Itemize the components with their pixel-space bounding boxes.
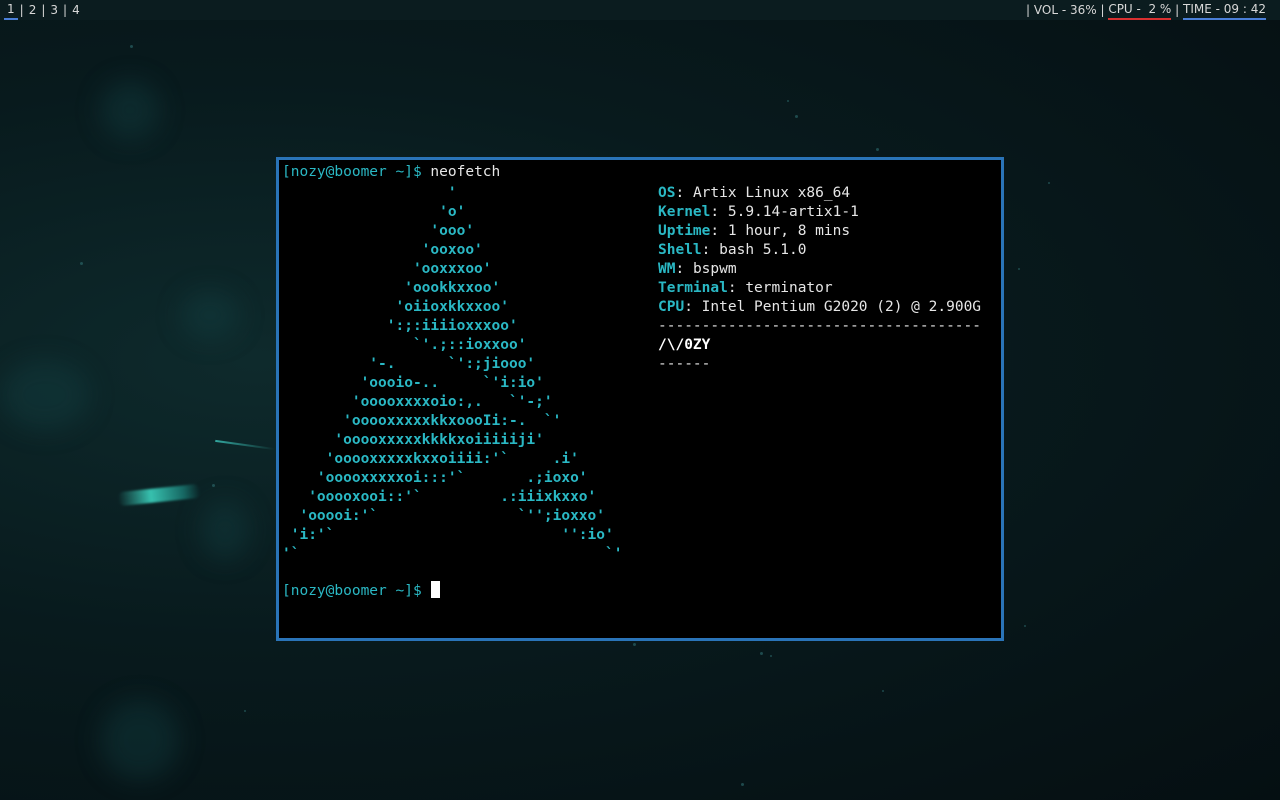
system-status: | VOL - 36% | CPU - 2 % | TIME - 09 : 42 <box>1026 0 1266 20</box>
info-shell: Shell: bash 5.1.0 <box>658 242 807 258</box>
info-uptime: Uptime: 1 hour, 8 mins <box>658 223 851 239</box>
workspace-1[interactable]: 1 <box>4 0 18 20</box>
info-os: OS: Artix Linux x86_64 <box>658 185 851 201</box>
terminal-window[interactable]: [nozy@boomer ~]$ neofetch ' 'o' 'ooo' 'o… <box>276 157 1004 641</box>
workspace-2[interactable]: 2 <box>26 0 40 20</box>
workspace-switcher: 1 | 2 | 3 | 4 <box>4 0 83 20</box>
workspace-3[interactable]: 3 <box>47 0 61 20</box>
volume-indicator[interactable]: | VOL - 36% | <box>1026 0 1108 20</box>
separator: | <box>19 3 24 17</box>
light-streak <box>117 483 201 507</box>
info-cpu: CPU: Intel Pentium G2020 (2) @ 2.900G <box>658 299 982 315</box>
info-kernel: Kernel: 5.9.14-artix1-1 <box>658 204 859 220</box>
shell-prompt: [nozy@boomer ~]$ <box>282 164 422 180</box>
cpu-indicator: CPU - 2 % <box>1108 0 1172 20</box>
user-tag: /\/0ZY <box>658 337 711 353</box>
info-terminal: Terminal: terminator <box>658 280 833 296</box>
info-divider: ------------------------------------- <box>658 318 982 334</box>
user-tag-underline: ------ <box>658 356 711 372</box>
workspace-4[interactable]: 4 <box>69 0 83 20</box>
system-info: OS: Artix Linux x86_64 Kernel: 5.9.14-ar… <box>658 184 981 374</box>
info-wm: WM: bspwm <box>658 261 737 277</box>
status-bar: 1 | 2 | 3 | 4 | VOL - 36% | CPU - 2 % | … <box>0 0 1280 20</box>
input-line[interactable]: [nozy@boomer ~]$ <box>282 581 441 601</box>
distro-ascii-logo: ' 'o' 'ooo' 'ooxoo' 'ooxxxoo' 'oookkxxoo… <box>282 185 623 562</box>
separator: | <box>1171 3 1184 17</box>
clock: TIME - 09 : 42 <box>1183 0 1266 20</box>
separator: | <box>63 3 68 17</box>
command-text: neofetch <box>430 164 501 180</box>
shell-prompt: [nozy@boomer ~]$ <box>282 583 422 599</box>
command-line: [nozy@boomer ~]$ neofetch <box>282 163 500 182</box>
separator: | <box>41 3 46 17</box>
text-cursor <box>431 581 441 598</box>
